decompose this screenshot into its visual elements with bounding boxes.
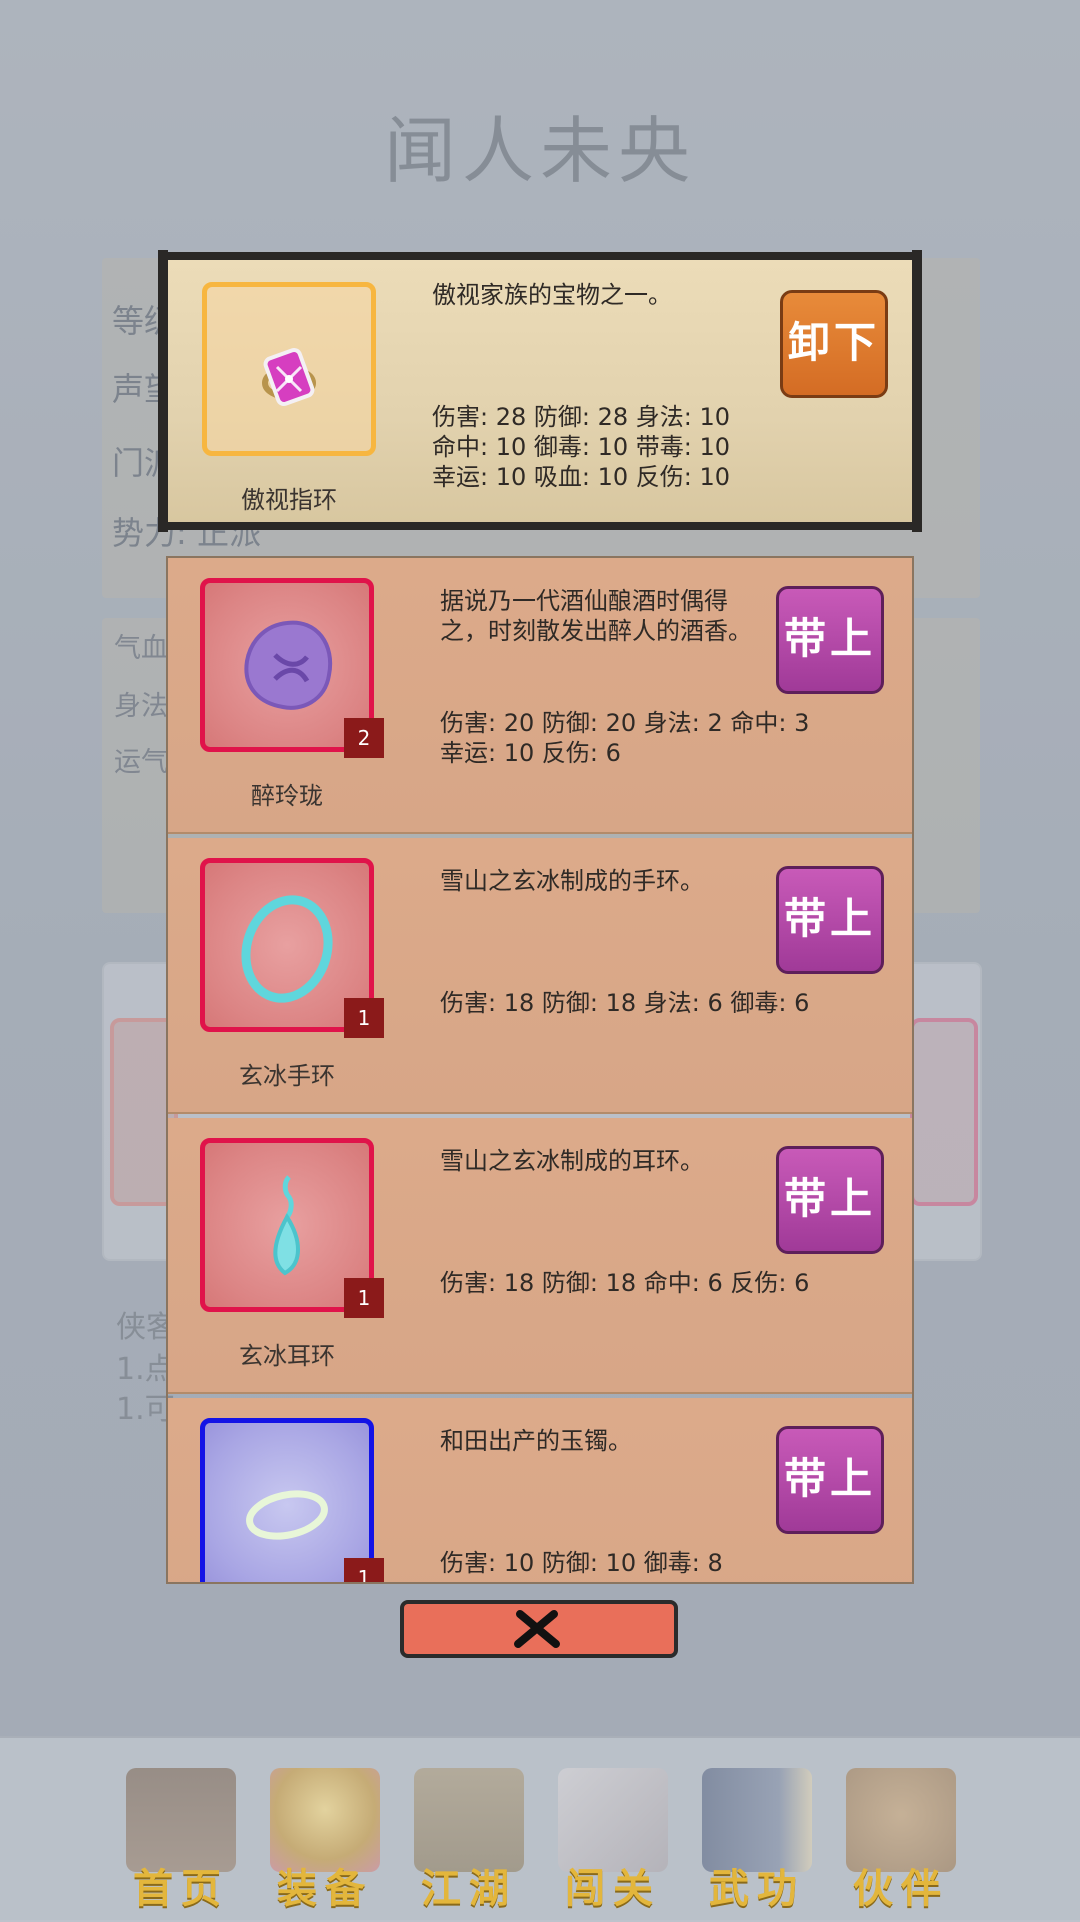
nav-item-home[interactable]: 首页 [116,1768,246,1912]
unequip-button[interactable]: 卸下 [780,290,888,398]
ring-icon [262,347,316,407]
bottom-nav: 首页 装备 江湖 闯关 武功 伙伴 [0,1736,1080,1922]
inventory-item-name: 醉玲珑 [251,782,323,810]
inventory-item-description: 和田出产的玉镯。 [440,1427,632,1455]
item-count-badge: 1 [344,1558,384,1582]
equipped-stat-line-1: 伤害: 28 防御: 28 身法: 10 [432,403,731,431]
nav-item-martial-arts[interactable]: 武功 [692,1768,822,1912]
inventory-stat-line: 伤害: 20 防御: 20 身法: 2 命中: 3 [440,709,810,737]
inventory-row: 1 玄冰手环 雪山之玄冰制成的手环。 伤害: 18 防御: 18 身法: 6 御… [168,838,912,1114]
inventory-stat-line: 幸运: 10 反伤: 6 [440,739,621,767]
inventory-list[interactable]: 2 醉玲珑 据说乃一代酒仙酿酒时偶得之，时刻散发出醉人的酒香。 伤害: 20 防… [166,556,914,1584]
equipped-stat-line-3: 幸运: 10 吸血: 10 反伤: 10 [432,463,731,491]
nav-item-stages[interactable]: 闯关 [548,1768,678,1912]
inventory-row: 1 和田出产的玉镯。 伤害: 10 防御: 10 御毒: 8 带上 [168,1398,912,1582]
equipped-item-card: 傲视指环 傲视家族的宝物之一。 伤害: 28 防御: 28 身法: 10 命中:… [158,250,922,532]
equip-button[interactable]: 带上 [776,1426,884,1534]
equipped-item-stats: 伤害: 28 防御: 28 身法: 10 命中: 10 御毒: 10 带毒: 1… [432,402,730,492]
inventory-item-stats: 伤害: 10 防御: 10 御毒: 8 [440,1548,723,1578]
equipped-item-slot[interactable] [202,282,376,456]
nav-label: 武功 [709,1865,805,1912]
close-icon [514,1610,560,1648]
nav-label: 江湖 [421,1865,517,1912]
inventory-item-stats: 伤害: 18 防御: 18 命中: 6 反伤: 6 [440,1268,809,1298]
item-count-badge: 2 [344,718,384,758]
nav-label: 伙伴 [853,1865,949,1912]
inventory-item-name: 玄冰手环 [239,1062,335,1090]
nav-label: 首页 [133,1865,229,1912]
nav-item-equipment[interactable]: 装备 [260,1768,390,1912]
equipped-stat-line-2: 命中: 10 御毒: 10 带毒: 10 [432,433,731,461]
equip-button[interactable]: 带上 [776,1146,884,1254]
inventory-row: 2 醉玲珑 据说乃一代酒仙酿酒时偶得之，时刻散发出醉人的酒香。 伤害: 20 防… [168,558,912,834]
inventory-item-description: 雪山之玄冰制成的耳环。 [440,1147,704,1175]
inventory-stat-line: 伤害: 10 防御: 10 御毒: 8 [440,1549,723,1577]
nav-label: 装备 [277,1865,373,1912]
inventory-item-name: 玄冰耳环 [239,1342,335,1370]
equipped-item-description: 傲视家族的宝物之一。 [432,281,672,309]
equipped-item-name: 傲视指环 [241,486,337,514]
inventory-item-stats: 伤害: 20 防御: 20 身法: 2 命中: 3 幸运: 10 反伤: 6 [440,708,809,768]
inventory-stat-line: 伤害: 18 防御: 18 命中: 6 反伤: 6 [440,1269,810,1297]
item-count-badge: 1 [344,998,384,1038]
inventory-item-stats: 伤害: 18 防御: 18 身法: 6 御毒: 6 [440,988,809,1018]
equip-button[interactable]: 带上 [776,866,884,974]
inventory-item-description: 据说乃一代酒仙酿酒时偶得之，时刻散发出醉人的酒香。 [440,587,752,645]
nav-item-companions[interactable]: 伙伴 [836,1768,966,1912]
nav-item-jianghu[interactable]: 江湖 [404,1768,534,1912]
nav-label: 闯关 [565,1865,661,1912]
equip-button[interactable]: 带上 [776,586,884,694]
inventory-item-description: 雪山之玄冰制成的手环。 [440,867,704,895]
item-count-badge: 1 [344,1278,384,1318]
inventory-stat-line: 伤害: 18 防御: 18 身法: 6 御毒: 6 [440,989,810,1017]
close-button[interactable] [400,1600,678,1658]
inventory-row: 1 玄冰耳环 雪山之玄冰制成的耳环。 伤害: 18 防御: 18 命中: 6 反… [168,1118,912,1394]
